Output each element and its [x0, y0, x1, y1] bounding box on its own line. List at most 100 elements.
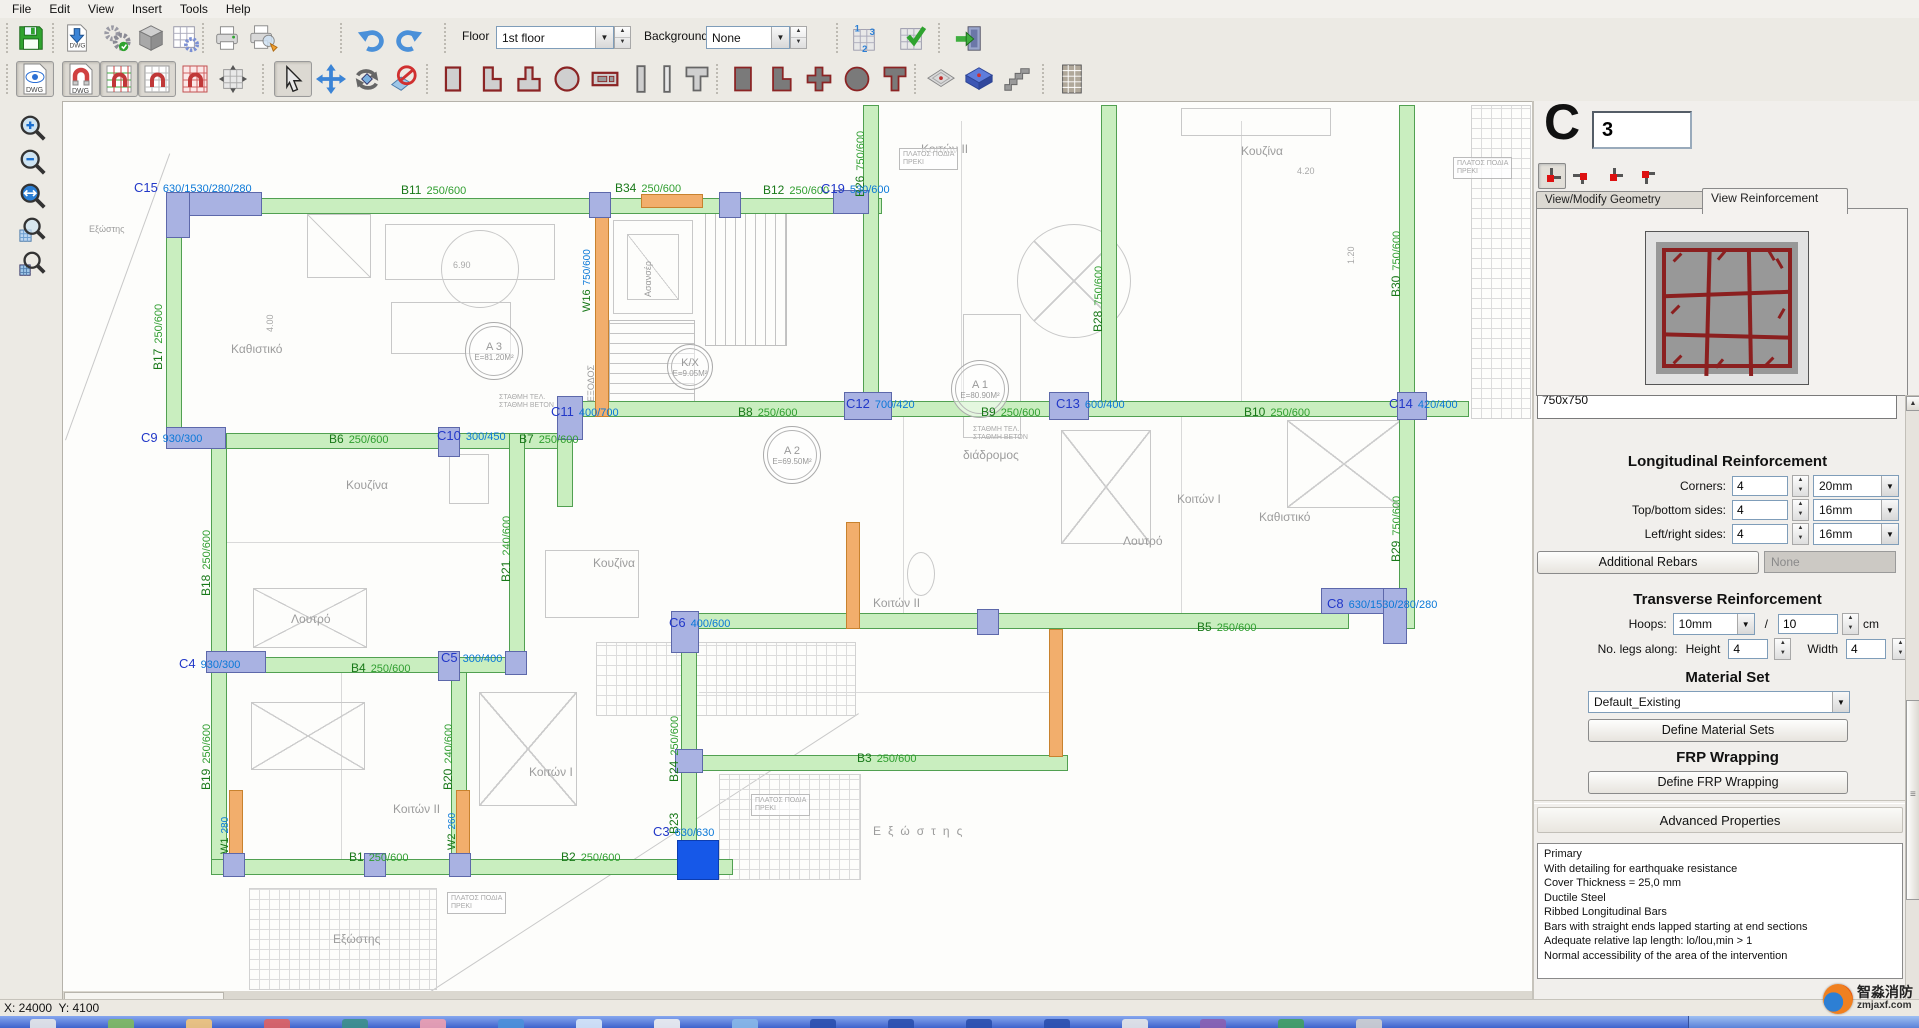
taskbar-app-icon[interactable]: [810, 1019, 836, 1028]
toolbar-handle[interactable]: [914, 64, 919, 94]
chevron-down-icon[interactable]: ▼: [1881, 500, 1898, 520]
system-tray[interactable]: [1688, 1016, 1919, 1028]
plan-column[interactable]: [505, 651, 527, 675]
building-view-button[interactable]: [1052, 61, 1090, 97]
plan-wall[interactable]: [456, 790, 470, 860]
tab-view-reinforcement[interactable]: View Reinforcement: [1702, 188, 1848, 214]
exit-button[interactable]: [950, 20, 988, 56]
filled-circle-button[interactable]: [838, 61, 876, 97]
background-spinner[interactable]: ▲▼: [790, 26, 807, 49]
column-L-button[interactable]: [472, 61, 510, 97]
hoops-spacing-spinner[interactable]: ▲▼: [1842, 613, 1859, 635]
orientation-button-4[interactable]: [1632, 163, 1660, 189]
snap-grid-color-button[interactable]: [100, 61, 138, 97]
material-set-select[interactable]: Default_Existing▼: [1588, 691, 1850, 713]
taskbar-app-icon[interactable]: [966, 1019, 992, 1028]
hoops-spacing-input[interactable]: [1778, 614, 1838, 634]
taskbar-app-icon[interactable]: [1356, 1019, 1382, 1028]
advanced-properties-header[interactable]: Advanced Properties: [1537, 807, 1903, 833]
move-tool-button[interactable]: [312, 61, 350, 97]
filled-T-button[interactable]: [876, 61, 914, 97]
plan-column[interactable]: [166, 192, 190, 238]
rotate-tool-button[interactable]: [348, 61, 386, 97]
plan-wall[interactable]: [595, 198, 609, 417]
toolbar-handle[interactable]: [716, 64, 721, 94]
snap-dwg-button[interactable]: DWG: [62, 61, 100, 97]
taskbar-app-icon[interactable]: [1122, 1019, 1148, 1028]
snap-grid-button[interactable]: [138, 61, 176, 97]
snap-redgrid-button[interactable]: [176, 61, 214, 97]
filled-L-button[interactable]: [762, 61, 800, 97]
plan-wall[interactable]: [1049, 629, 1063, 757]
menu-edit[interactable]: Edit: [41, 1, 78, 17]
view-dwg-button[interactable]: DWG: [16, 61, 54, 97]
taskbar-app-icon[interactable]: [1200, 1019, 1226, 1028]
legs-height-spinner[interactable]: ▲▼: [1774, 638, 1791, 660]
zoom-in-button[interactable]: [16, 111, 50, 145]
toolbar-handle[interactable]: [340, 23, 345, 53]
toolbar-handle[interactable]: [938, 23, 943, 53]
define-frp-wrapping-button[interactable]: Define FRP Wrapping: [1588, 771, 1848, 794]
storey-numbering-button[interactable]: 123: [845, 20, 883, 56]
corners-count-input[interactable]: [1732, 476, 1788, 496]
topbottom-spinner[interactable]: ▲▼: [1792, 499, 1809, 521]
panel-scrollbar[interactable]: ▲ ▼: [1905, 395, 1919, 1015]
toolbar-handle[interactable]: [52, 23, 57, 53]
chevron-down-icon[interactable]: ▼: [1737, 614, 1754, 634]
chevron-down-icon[interactable]: ▼: [1881, 524, 1898, 544]
slab-solid-button[interactable]: [960, 61, 998, 97]
plan-beam[interactable]: [166, 198, 882, 214]
delete-tool-button[interactable]: [384, 61, 422, 97]
taskbar-app-icon[interactable]: [420, 1019, 446, 1028]
undo-button[interactable]: [352, 20, 390, 56]
grid-settings-button[interactable]: [166, 20, 204, 56]
chevron-down-icon[interactable]: ▼: [771, 27, 789, 48]
column-circle-button[interactable]: [548, 61, 586, 97]
taskbar-app-icon[interactable]: [186, 1019, 212, 1028]
menu-view[interactable]: View: [80, 1, 122, 17]
leftright-count-input[interactable]: [1732, 524, 1788, 544]
plan-beam[interactable]: [1101, 105, 1117, 417]
print-button[interactable]: [208, 20, 246, 56]
section-size-listbox[interactable]: 750x750: [1537, 395, 1897, 419]
slab-flat-button[interactable]: [922, 61, 960, 97]
chevron-down-icon[interactable]: ▼: [1881, 476, 1898, 496]
corners-spinner[interactable]: ▲▼: [1792, 475, 1809, 497]
chevron-down-icon[interactable]: ▼: [1832, 692, 1849, 712]
zoom-selection-button[interactable]: [16, 247, 50, 281]
toolbar-handle[interactable]: [6, 64, 11, 94]
floor-select[interactable]: 1st floor ▼: [496, 26, 614, 49]
topbottom-count-input[interactable]: [1732, 500, 1788, 520]
plan-wall[interactable]: [229, 790, 243, 860]
additional-rebars-button[interactable]: Additional Rebars: [1537, 551, 1759, 574]
scrollbar-thumb[interactable]: [1906, 700, 1919, 900]
taskbar-app-icon[interactable]: [342, 1019, 368, 1028]
element-number-input[interactable]: [1592, 111, 1692, 149]
toolbar-handle[interactable]: [444, 23, 449, 53]
taskbar-app-icon[interactable]: [888, 1019, 914, 1028]
legs-width-input[interactable]: [1846, 639, 1886, 659]
plan-beam[interactable]: [211, 859, 733, 875]
canvas-horizontal-scrollbar[interactable]: [63, 991, 1533, 999]
chevron-down-icon[interactable]: ▼: [595, 27, 613, 48]
menu-tools[interactable]: Tools: [172, 1, 216, 17]
taskbar-app-icon[interactable]: [108, 1019, 134, 1028]
taskbar-app-icon[interactable]: [1044, 1019, 1070, 1028]
select-tool-button[interactable]: [274, 61, 312, 97]
leftright-size-select[interactable]: 16mm▼: [1813, 523, 1899, 545]
define-material-sets-button[interactable]: Define Material Sets: [1588, 719, 1848, 742]
filled-rect-button[interactable]: [724, 61, 762, 97]
leftright-spinner[interactable]: ▲▼: [1792, 523, 1809, 545]
plan-wall[interactable]: [846, 522, 860, 629]
print-preview-button[interactable]: [244, 20, 282, 56]
apply-grid-button[interactable]: [893, 20, 931, 56]
save-button[interactable]: [12, 20, 50, 56]
taskbar-app-icon[interactable]: [498, 1019, 524, 1028]
plan-wall[interactable]: [641, 194, 703, 208]
move-grid-button[interactable]: [214, 61, 252, 97]
taskbar-app-icon[interactable]: [30, 1019, 56, 1028]
column-rect-button[interactable]: [434, 61, 472, 97]
stairs-button[interactable]: [998, 61, 1036, 97]
3d-view-button[interactable]: [132, 20, 170, 56]
windows-taskbar[interactable]: [0, 1016, 1919, 1028]
